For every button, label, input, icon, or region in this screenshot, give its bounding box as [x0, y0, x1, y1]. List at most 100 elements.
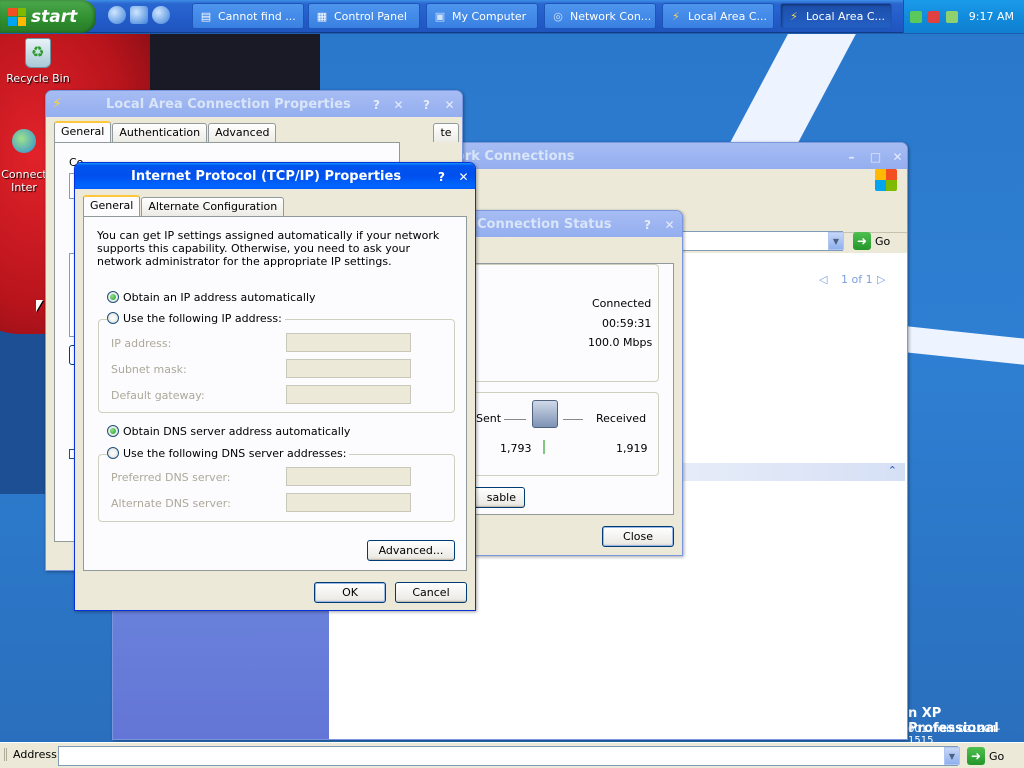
close-icon[interactable]: ✕: [659, 214, 680, 235]
taskbar-label: My Computer: [452, 9, 527, 23]
maximize-icon[interactable]: □: [865, 146, 886, 167]
start-button[interactable]: start: [0, 0, 96, 33]
internet-connect-icon: [12, 129, 36, 153]
default-gateway-field[interactable]: [286, 385, 411, 404]
obtain-dns-radio[interactable]: Obtain DNS server address automatically: [107, 425, 350, 438]
obtain-ip-label: Obtain an IP address automatically: [123, 291, 316, 304]
desktop-icon-recycle-bin[interactable]: Recycle Bin: [6, 38, 70, 85]
close-icon[interactable]: ✕: [388, 94, 409, 115]
cancel-button[interactable]: Cancel: [395, 582, 467, 603]
obtain-ip-radio[interactable]: Obtain an IP address automatically: [107, 291, 316, 304]
collapse-icon[interactable]: ⌃: [888, 464, 897, 477]
alternate-dns-field[interactable]: [286, 493, 411, 512]
desktop-quicklaunch-icon[interactable]: [130, 6, 148, 24]
speed-value: 100.0 Mbps: [588, 336, 653, 349]
tab-strip: General Authentication Advanced te: [54, 121, 460, 142]
document-icon: ▤: [200, 9, 212, 23]
media-quicklaunch-icon[interactable]: [152, 6, 170, 24]
clock[interactable]: 9:17 AM: [969, 10, 1014, 23]
help-icon[interactable]: ?: [637, 214, 658, 235]
use-dns-label: Use the following DNS server addresses:: [123, 447, 347, 460]
radio-unselected-icon: [107, 312, 119, 324]
close-button[interactable]: Close: [602, 526, 674, 547]
background-line: [899, 325, 1024, 369]
activity-group: [458, 392, 659, 476]
duration-value: 00:59:31: [602, 317, 652, 330]
network-icon: ⚡: [52, 96, 62, 112]
taskbar-label: Local Area C...: [688, 9, 767, 23]
network-icon: ⚡: [672, 9, 680, 23]
desktop-icon-connect[interactable]: Connect Inter: [0, 116, 48, 207]
address-go-button[interactable]: ➜ Go: [967, 747, 1004, 765]
received-label: Received: [596, 412, 647, 425]
chevron-down-icon[interactable]: ▼: [944, 747, 960, 765]
taskbar-button-network-connections[interactable]: ◎ Network Con...: [544, 3, 656, 29]
divider: [563, 419, 583, 420]
taskbar-button-cannot-find[interactable]: ▤ Cannot find ...: [192, 3, 304, 29]
taskbar-button-my-computer[interactable]: ▣ My Computer: [426, 3, 538, 29]
prev-page-icon[interactable]: ◁: [819, 273, 827, 286]
address-input[interactable]: [58, 746, 958, 766]
pager-text: 1 of 1: [841, 273, 873, 286]
control-panel-icon: ▦: [316, 9, 328, 23]
go-arrow-icon: ➜: [967, 747, 985, 765]
start-label: start: [31, 6, 78, 27]
close-icon[interactable]: ✕: [439, 94, 460, 115]
tab-authentication[interactable]: Authentication: [112, 123, 208, 142]
go-arrow-icon: ➜: [853, 232, 871, 250]
tcpip-general-panel: You can get IP settings assigned automat…: [83, 216, 467, 571]
sent-value: 1,793: [500, 442, 532, 455]
advanced-button[interactable]: Advanced...: [367, 540, 455, 561]
status-value: Connected: [592, 297, 652, 310]
use-ip-radio[interactable]: Use the following IP address:: [107, 312, 285, 325]
help-icon[interactable]: ?: [431, 166, 452, 187]
divider: [543, 440, 545, 454]
taskbar-label: Cannot find ...: [218, 9, 296, 23]
close-icon[interactable]: ✕: [887, 146, 907, 167]
tab-general[interactable]: General: [83, 195, 141, 216]
close-icon[interactable]: ✕: [453, 166, 474, 187]
address-toolbar: Address ▼ ➜ Go: [0, 742, 1024, 768]
ip-address-field[interactable]: [286, 333, 411, 352]
use-dns-radio[interactable]: Use the following DNS server addresses:: [107, 447, 350, 460]
windows-logo-icon: [875, 169, 897, 191]
next-page-icon[interactable]: ▷: [877, 273, 885, 286]
chevron-down-icon[interactable]: ▼: [828, 232, 844, 250]
taskbar-label: Control Panel: [334, 9, 407, 23]
tab-alternate-configuration[interactable]: Alternate Configuration: [141, 197, 285, 216]
tcpip-titlebar[interactable]: Internet Protocol (TCP/IP) Properties ? …: [75, 163, 475, 189]
network-tray-icon[interactable]: [910, 10, 922, 23]
radio-selected-icon: [107, 291, 119, 303]
tab-partial[interactable]: te: [433, 123, 459, 142]
taskbar-label: Local Area C...: [806, 9, 885, 23]
tab-advanced[interactable]: Advanced: [208, 123, 277, 142]
description-text: You can get IP settings assigned automat…: [97, 229, 440, 268]
nc-go-button[interactable]: ➜ Go: [853, 232, 890, 250]
subnet-mask-field[interactable]: [286, 359, 411, 378]
network-folder-icon: ◎: [553, 9, 563, 23]
connection-tray-icon[interactable]: [946, 10, 958, 23]
received-value: 1,919: [616, 442, 648, 455]
radio-unselected-icon: [107, 447, 119, 459]
security-tray-icon[interactable]: [928, 10, 940, 23]
help-icon[interactable]: ?: [366, 94, 387, 115]
alternate-dns-label: Alternate DNS server:: [111, 497, 231, 510]
network-icon: ⚡: [790, 9, 798, 23]
taskbar-button-local-area-2[interactable]: ⚡ Local Area C...: [780, 3, 892, 29]
tcpip-properties-window[interactable]: Internet Protocol (TCP/IP) Properties ? …: [74, 162, 476, 611]
taskbar-button-local-area-1[interactable]: ⚡ Local Area C...: [662, 3, 774, 29]
default-gateway-label: Default gateway:: [111, 389, 205, 402]
ie-quicklaunch-icon[interactable]: [108, 6, 126, 24]
minimize-icon[interactable]: –: [841, 146, 862, 167]
connection-status-titlebar[interactable]: Connection Status ? ✕: [441, 211, 682, 237]
preferred-dns-field[interactable]: [286, 467, 411, 486]
tab-general[interactable]: General: [54, 121, 112, 142]
taskbar-button-control-panel[interactable]: ▦ Control Panel: [308, 3, 420, 29]
connection-status-window[interactable]: Connection Status ? ✕ Connected 00:59:31…: [440, 210, 683, 556]
help-icon[interactable]: ?: [416, 94, 437, 115]
obtain-dns-label: Obtain DNS server address automatically: [123, 425, 351, 438]
desktop-icon-label: Recycle Bin: [6, 72, 70, 85]
ok-button[interactable]: OK: [314, 582, 386, 603]
local-area-properties-titlebar[interactable]: ⚡ Local Area Connection Properties ? ✕ ?…: [46, 91, 462, 117]
window-title: Local Area Connection Properties: [106, 96, 351, 112]
